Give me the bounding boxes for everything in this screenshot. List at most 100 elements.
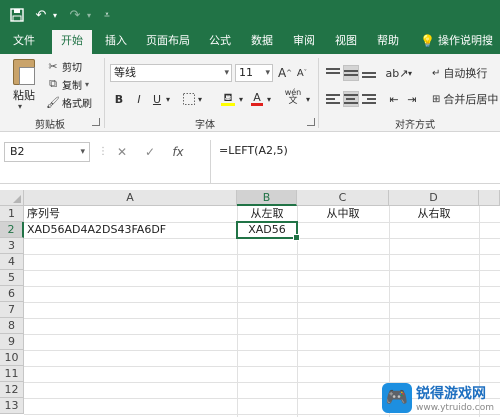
font-name-dropdown-icon: ▾ <box>224 68 229 78</box>
orientation-dropdown-icon[interactable]: ▾ <box>406 64 414 82</box>
gridline <box>24 254 500 255</box>
align-right-icon[interactable] <box>362 92 376 106</box>
font-color-icon: A <box>253 91 261 104</box>
undo-dropdown-icon[interactable]: ▾ <box>50 6 60 24</box>
bold-button[interactable]: B <box>112 90 126 108</box>
font-launcher-icon[interactable] <box>307 118 315 126</box>
paint-bucket-icon: ⛾ <box>223 91 233 104</box>
row-header-2[interactable]: 2 <box>0 222 24 238</box>
formula-input[interactable]: =LEFT(A2,5) <box>210 140 500 184</box>
name-box-dropdown-icon: ▾ <box>80 147 85 157</box>
column-header-d[interactable]: D <box>389 190 479 206</box>
column-header-b[interactable]: B <box>237 190 297 206</box>
undo-icon[interactable]: ↶ <box>32 6 50 24</box>
cell-d1[interactable]: 从右取 <box>389 206 479 222</box>
row-header-9[interactable]: 9 <box>0 334 24 350</box>
tab-help[interactable]: 帮助 <box>368 30 408 54</box>
cell-c1[interactable]: 从中取 <box>297 206 389 222</box>
tell-me-search[interactable]: 操作说明搜索 <box>438 30 500 69</box>
tab-home[interactable]: 开始 <box>52 30 92 54</box>
underline-dropdown-icon[interactable]: ▾ <box>164 90 172 108</box>
redo-dropdown-icon[interactable]: ▾ <box>84 6 94 24</box>
gridline <box>24 350 500 351</box>
font-color-dropdown-icon[interactable]: ▾ <box>265 90 273 108</box>
copy-label: 复制 <box>62 80 82 92</box>
paste-dropdown-icon[interactable]: ▾ <box>18 102 22 111</box>
fill-color-dropdown-icon[interactable]: ▾ <box>237 90 245 108</box>
shrink-font-button[interactable]: Aˇ <box>295 64 309 82</box>
tab-review[interactable]: 审阅 <box>284 30 324 54</box>
row-header-6[interactable]: 6 <box>0 286 24 302</box>
row-header-7[interactable]: 7 <box>0 302 24 318</box>
redo-icon[interactable]: ↷ <box>66 6 84 24</box>
paste-icon[interactable] <box>13 59 35 85</box>
italic-button[interactable]: I <box>132 90 146 108</box>
cell-a1[interactable]: 序列号 <box>25 206 237 222</box>
borders-icon[interactable] <box>182 90 196 108</box>
font-size-select[interactable]: 11 ▾ <box>235 64 273 82</box>
enter-icon[interactable]: ✓ <box>136 145 164 159</box>
customize-icon[interactable]: ⩡ <box>100 6 114 24</box>
row-header-11[interactable]: 11 <box>0 366 24 382</box>
insert-function-icon[interactable]: fx <box>164 145 192 159</box>
column-header-e[interactable] <box>479 190 500 206</box>
lightbulb-icon: 💡 <box>420 34 435 48</box>
tab-insert[interactable]: 插入 <box>96 30 136 54</box>
grow-font-icon: A <box>277 66 287 80</box>
tab-formulas[interactable]: 公式 <box>200 30 240 54</box>
row-header-1[interactable]: 1 <box>0 206 24 222</box>
align-center-icon[interactable] <box>343 91 359 107</box>
tab-file[interactable]: 文件 <box>4 30 44 54</box>
row-header-4[interactable]: 4 <box>0 254 24 270</box>
cut-label: 剪切 <box>62 62 82 74</box>
grow-font-button[interactable]: A ^ <box>278 64 292 82</box>
cut-button[interactable]: ✂ 剪切 <box>46 58 82 74</box>
phonetic-button[interactable]: wén 文 <box>282 88 304 106</box>
row-header-13[interactable]: 13 <box>0 398 24 414</box>
align-middle-icon[interactable] <box>343 65 359 81</box>
borders-dropdown-icon[interactable]: ▾ <box>196 90 204 108</box>
font-color-swatch <box>251 103 263 106</box>
fill-color-button[interactable]: ⛾ <box>220 90 236 108</box>
tab-page-layout[interactable]: 页面布局 <box>140 30 196 54</box>
merge-center-label: 合并后居中 <box>443 93 499 106</box>
increase-indent-icon[interactable]: ⇥ <box>404 90 420 108</box>
merge-center-button[interactable]: ⊞ 合并后居中 <box>432 90 500 108</box>
format-painter-button[interactable]: 🖌 格式刷 <box>46 94 92 110</box>
orientation-icon[interactable]: ab↗ <box>386 64 409 82</box>
formula-bar-grip-icon[interactable]: ⋮ <box>98 146 108 157</box>
save-icon[interactable] <box>8 6 26 24</box>
font-name-select[interactable]: 等线 ▾ <box>110 64 232 82</box>
decrease-indent-icon[interactable]: ⇤ <box>386 90 402 108</box>
column-header-c[interactable]: C <box>297 190 389 206</box>
watermark-logo-icon: 🎮 <box>381 383 412 413</box>
wrap-text-button[interactable]: ↵ 自动换行 <box>432 64 500 82</box>
cell-b1[interactable]: 从左取 <box>237 206 297 222</box>
clipboard-launcher-icon[interactable] <box>92 118 100 126</box>
cancel-icon[interactable]: ✕ <box>108 145 136 159</box>
name-box[interactable]: B2 ▾ <box>4 142 90 162</box>
row-header-8[interactable]: 8 <box>0 318 24 334</box>
row-header-5[interactable]: 5 <box>0 270 24 286</box>
row-header-3[interactable]: 3 <box>0 238 24 254</box>
cell-a2[interactable]: XAD56AD4A2DS43FA6DF <box>25 222 237 238</box>
row-header-12[interactable]: 12 <box>0 382 24 398</box>
align-top-icon[interactable] <box>326 66 340 80</box>
wrap-text-icon: ↵ <box>432 67 441 79</box>
align-left-icon[interactable] <box>326 92 340 106</box>
tab-data[interactable]: 数据 <box>242 30 282 54</box>
align-bottom-icon[interactable] <box>362 66 376 80</box>
font-color-button[interactable]: A <box>250 90 264 108</box>
paste-button[interactable]: 粘贴 <box>13 87 35 103</box>
tab-view[interactable]: 视图 <box>326 30 366 54</box>
column-header-a[interactable]: A <box>24 190 237 206</box>
copy-button[interactable]: ⧉ 复制 ▾ <box>46 76 89 92</box>
phonetic-dropdown-icon[interactable]: ▾ <box>304 90 312 108</box>
select-all-corner[interactable] <box>0 190 24 206</box>
underline-button[interactable]: U <box>150 90 164 108</box>
copy-dropdown-icon[interactable]: ▾ <box>85 80 89 89</box>
gridline <box>24 414 500 415</box>
ribbon: 粘贴 ▾ ✂ 剪切 ⧉ 复制 ▾ 🖌 格式刷 剪贴板 等线 ▾ 11 ▾ A ^ … <box>0 54 500 132</box>
row-header-10[interactable]: 10 <box>0 350 24 366</box>
spreadsheet-grid: A B C D 1 2 3 4 5 6 7 8 9 10 11 12 13 序列… <box>0 190 500 417</box>
